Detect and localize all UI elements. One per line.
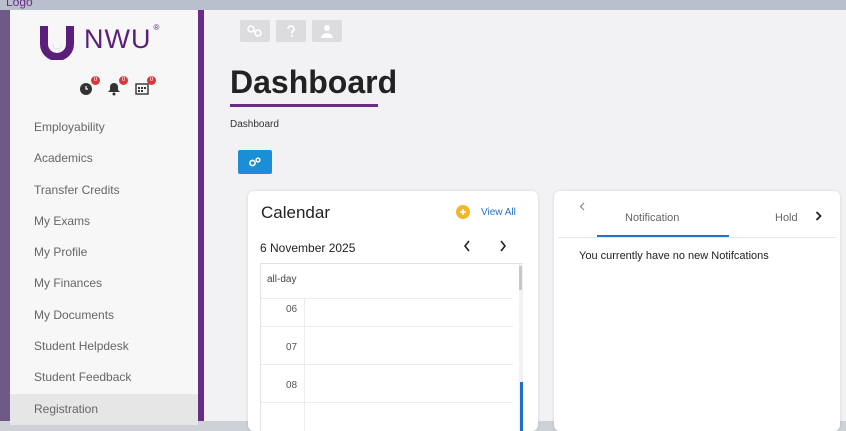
brand-name: NWU <box>84 23 152 54</box>
sidebar-item-my-finances[interactable]: My Finances <box>10 268 198 299</box>
calendar-now-indicator <box>520 382 523 431</box>
top-strip: Logo <box>0 0 846 10</box>
sidebar-item-academics[interactable]: Academics <box>10 143 198 174</box>
calendar-alert-badge: 0 <box>147 76 156 85</box>
sidebar-item-my-documents[interactable]: My Documents <box>10 300 198 331</box>
sidebar-menu: Employability Academics Transfer Credits… <box>10 112 198 425</box>
user-icon <box>321 25 333 38</box>
bell-alert-badge: 0 <box>119 76 128 85</box>
bell-alert[interactable]: 0 <box>106 76 128 96</box>
page-title: Dashboard <box>230 64 398 100</box>
grid-line <box>261 402 513 403</box>
calendar-card: Calendar View All 6 November 2025 all-da… <box>248 191 538 431</box>
chevron-left-icon <box>579 202 585 211</box>
view-all-label[interactable]: View All <box>481 207 516 218</box>
tab-hold[interactable]: Hold <box>775 212 798 224</box>
top-strip-text: Logo <box>6 0 33 9</box>
grid-line <box>261 298 513 299</box>
chevron-right-icon <box>815 211 822 221</box>
tabs-prev-button[interactable] <box>579 202 585 214</box>
notifications-card: Notification Hold You currently have no … <box>554 191 840 431</box>
view-all-icon <box>456 205 470 219</box>
clock-alert-badge: 0 <box>91 76 100 85</box>
tabs-border <box>558 237 836 238</box>
registered-mark: ® <box>153 22 160 32</box>
sidebar-item-my-profile[interactable]: My Profile <box>10 237 198 268</box>
share-icon <box>247 25 262 37</box>
main-content: Dashboard Dashboard Calendar View All 6 … <box>204 10 846 431</box>
view-all-link[interactable]: View All <box>456 205 516 219</box>
title-underline <box>230 104 378 107</box>
sidebar-item-student-feedback[interactable]: Student Feedback <box>10 362 198 393</box>
calendar-title: Calendar <box>261 203 330 222</box>
gears-icon <box>249 157 261 167</box>
share-button[interactable] <box>240 20 270 42</box>
grid-line <box>261 364 513 365</box>
breadcrumb[interactable]: Dashboard <box>230 119 279 130</box>
sidebar-item-transfer-credits[interactable]: Transfer Credits <box>10 175 198 206</box>
calendar-scrollbar-thumb[interactable] <box>519 266 522 290</box>
hour-label-07: 07 <box>286 342 298 353</box>
sidebar-item-registration[interactable]: Registration <box>10 393 198 425</box>
tabs-next-button[interactable] <box>815 210 822 224</box>
chevron-left-icon <box>463 240 470 252</box>
window-frame-left <box>0 10 10 421</box>
calendar-next-button[interactable] <box>499 239 507 256</box>
calendar-alert[interactable]: 0 <box>134 76 156 96</box>
sidebar-item-student-helpdesk[interactable]: Student Helpdesk <box>10 331 198 362</box>
all-day-label: all-day <box>267 274 297 285</box>
hour-label-08: 08 <box>286 380 298 391</box>
tab-notification[interactable]: Notification <box>625 212 679 224</box>
clock-alert[interactable]: 0 <box>78 76 100 96</box>
help-icon <box>287 25 295 37</box>
sidebar-item-my-exams[interactable]: My Exams <box>10 206 198 237</box>
help-button[interactable] <box>276 20 306 42</box>
widget-settings-button[interactable] <box>238 150 272 174</box>
notification-empty-message: You currently have no new Notifcations <box>579 250 769 262</box>
grid-line <box>261 326 513 327</box>
nwu-logo[interactable]: NWU ® <box>36 18 159 60</box>
sidebar-item-employability[interactable]: Employability <box>10 112 198 143</box>
toolbar <box>240 20 342 42</box>
nwu-logo-mark <box>40 26 74 60</box>
chevron-right-icon <box>500 240 507 252</box>
alert-icons: 0 0 0 <box>78 76 156 96</box>
calendar-date: 6 November 2025 <box>260 241 356 255</box>
hour-label-06: 06 <box>286 304 298 315</box>
user-button[interactable] <box>312 20 342 42</box>
calendar-day-grid[interactable]: all-day 06 07 08 <box>260 263 523 431</box>
calendar-prev-button[interactable] <box>463 239 471 256</box>
